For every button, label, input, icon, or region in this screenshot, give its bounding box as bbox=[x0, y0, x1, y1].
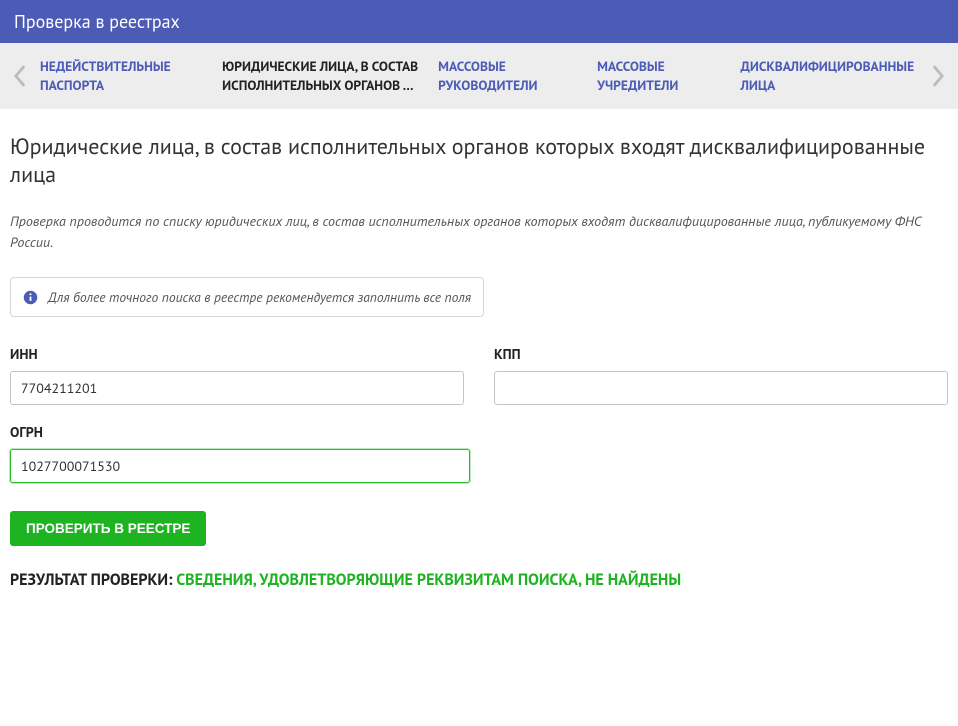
tab-disqualified-persons[interactable]: ДИСКВАЛИФИЦИРОВАННЫЕ ЛИЦА bbox=[741, 57, 918, 95]
tabs-container: НЕДЕЙСТВИТЕЛЬНЫЕ ПАСПОРТА ЮРИДИЧЕСКИЕ ЛИ… bbox=[40, 57, 918, 95]
result-line: РЕЗУЛЬТАТ ПРОВЕРКИ: СВЕДЕНИЯ, УДОВЛЕТВОР… bbox=[10, 570, 948, 590]
chevron-right-icon bbox=[931, 64, 945, 88]
content-area: Юридические лица, в состав исполнительны… bbox=[0, 109, 958, 600]
form-row-2: ОГРН bbox=[10, 423, 948, 483]
inn-input[interactable] bbox=[10, 371, 464, 405]
form-row-1: ИНН КПП bbox=[10, 345, 948, 405]
field-group-kpp: КПП bbox=[494, 345, 948, 405]
page-header: Проверка в реестрах bbox=[0, 0, 958, 43]
chevron-left-icon bbox=[13, 64, 27, 88]
field-group-inn: ИНН bbox=[10, 345, 464, 405]
kpp-label: КПП bbox=[494, 345, 948, 363]
tab-mass-founders[interactable]: МАССОВЫЕ УЧРЕДИТЕЛИ bbox=[597, 57, 724, 95]
inn-label: ИНН bbox=[10, 345, 464, 363]
page-title: Юридические лица, в состав исполнительны… bbox=[10, 133, 948, 189]
info-icon bbox=[23, 290, 38, 305]
kpp-input[interactable] bbox=[494, 371, 948, 405]
page-description: Проверка проводится по списку юридически… bbox=[10, 211, 948, 253]
header-title: Проверка в реестрах bbox=[14, 10, 180, 33]
result-label: РЕЗУЛЬТАТ ПРОВЕРКИ: bbox=[10, 570, 176, 590]
check-registry-button[interactable]: ПРОВЕРИТЬ В РЕЕСТРЕ bbox=[10, 511, 206, 546]
ogrn-input[interactable] bbox=[10, 449, 470, 483]
tab-legal-entities-disqualified[interactable]: ЮРИДИЧЕСКИЕ ЛИЦА, В СОСТАВ ИСПОЛНИТЕЛЬНЫ… bbox=[222, 57, 422, 95]
result-value: СВЕДЕНИЯ, УДОВЛЕТВОРЯЮЩИЕ РЕКВИЗИТАМ ПОИ… bbox=[176, 570, 681, 590]
info-text: Для более точного поиска в реестре реком… bbox=[48, 288, 471, 306]
ogrn-label: ОГРН bbox=[10, 423, 470, 441]
info-box: Для более точного поиска в реестре реком… bbox=[10, 277, 484, 317]
field-group-ogrn: ОГРН bbox=[10, 423, 470, 483]
tabs-next-arrow[interactable] bbox=[918, 51, 958, 101]
tabs-prev-arrow[interactable] bbox=[0, 51, 40, 101]
tab-invalid-passports[interactable]: НЕДЕЙСТВИТЕЛЬНЫЕ ПАСПОРТА bbox=[40, 57, 206, 95]
tabs-bar: НЕДЕЙСТВИТЕЛЬНЫЕ ПАСПОРТА ЮРИДИЧЕСКИЕ ЛИ… bbox=[0, 43, 958, 109]
tab-mass-directors[interactable]: МАССОВЫЕ РУКОВОДИТЕЛИ bbox=[438, 57, 581, 95]
